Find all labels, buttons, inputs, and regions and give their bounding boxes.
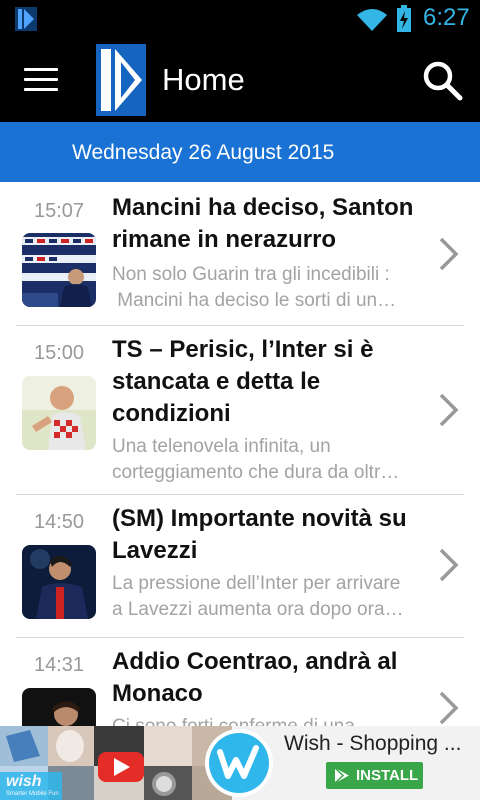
article-excerpt: Ci sono forti conferme di una [112, 714, 428, 726]
article-time: 15:07 [34, 200, 85, 222]
article-list[interactable]: 15:07 Mancini ha deciso, Santon rimane i… [0, 182, 480, 726]
page-title: Home [162, 62, 245, 97]
battery-charging-icon [397, 5, 411, 32]
article-headline: Mancini ha deciso, Santon rimane in nera… [112, 194, 414, 253]
article-time: 14:50 [34, 511, 85, 533]
ad-banner[interactable]: wish Smarter Mobile Fun Wish - Shopping … [0, 726, 480, 800]
ad-title: Wish - Shopping ... [284, 732, 462, 755]
article-item[interactable]: 14:31 Addio Coentrao, andrà al Monaco Ci… [0, 638, 480, 726]
status-bar: 6:27 [0, 0, 480, 38]
article-thumbnail [22, 688, 96, 726]
article-thumbnail [22, 376, 96, 450]
install-label: INSTALL [356, 767, 419, 784]
article-item[interactable]: 15:07 Mancini ha deciso, Santon rimane i… [0, 182, 480, 325]
app-logo [96, 44, 146, 116]
article-headline: (SM) Importante novità su Lavezzi [112, 505, 407, 564]
chevron-right-icon [439, 548, 459, 582]
chevron-right-icon [439, 393, 459, 427]
wish-small-logo: wish Smarter Mobile Fun [0, 772, 62, 800]
article-thumbnail [22, 233, 96, 307]
article-time: 14:31 [34, 654, 85, 676]
article-excerpt: La pressione dell’Inter per arrivare a L… [112, 573, 404, 620]
action-bar: Home [0, 38, 480, 122]
wish-logo-icon [205, 729, 273, 797]
app-notification-icon [15, 7, 37, 31]
menu-icon[interactable] [24, 68, 58, 94]
status-time: 6:27 [423, 4, 470, 31]
article-item[interactable]: 14:50 (SM) Importante novità su Lavezzi … [0, 495, 480, 637]
chevron-right-icon [439, 237, 459, 271]
install-button[interactable]: INSTALL [326, 762, 423, 789]
article-thumbnail [22, 545, 96, 619]
play-store-icon [334, 767, 349, 784]
date-header: Wednesday 26 August 2015 [0, 122, 480, 182]
wifi-icon [357, 9, 387, 31]
article-excerpt: Non solo Guarin tra gli incedibili : Man… [112, 264, 397, 311]
chevron-right-icon [439, 691, 459, 725]
article-item[interactable]: 15:00 TS – Perisic, l’Inter si è stancat… [0, 326, 480, 494]
search-icon[interactable] [420, 58, 464, 102]
article-headline: TS – Perisic, l’Inter si è stancata e de… [112, 336, 374, 427]
date-label: Wednesday 26 August 2015 [72, 141, 335, 164]
article-time: 15:00 [34, 342, 85, 364]
article-excerpt: Una telenovela infinita, un corteggiamen… [112, 436, 400, 483]
article-headline: Addio Coentrao, andrà al Monaco [112, 648, 398, 707]
